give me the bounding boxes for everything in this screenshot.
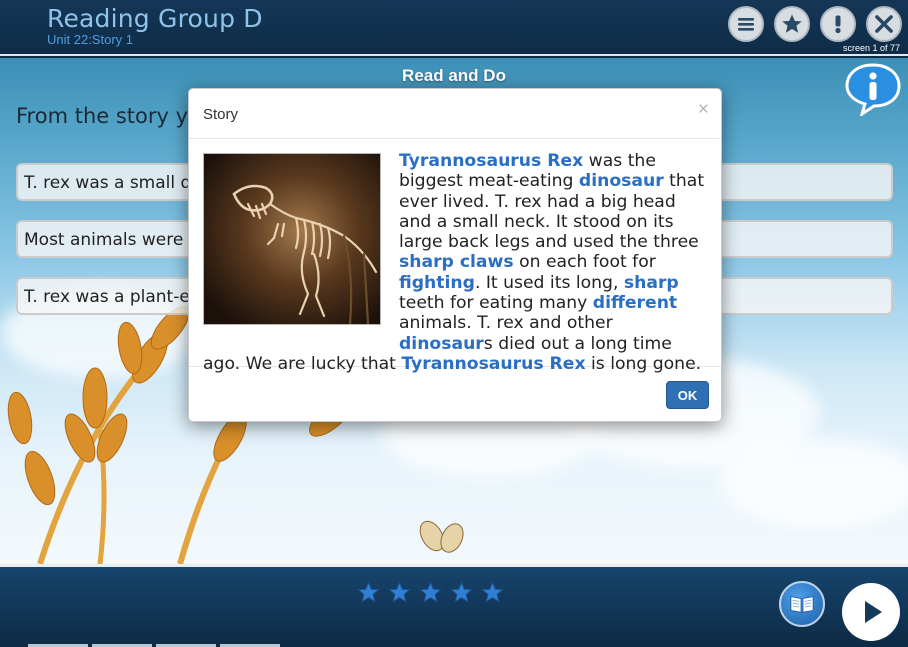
story-keyword: fighting xyxy=(399,272,475,293)
question-text: From the story yo xyxy=(16,104,201,128)
next-button[interactable] xyxy=(842,583,900,641)
book-icon xyxy=(790,596,814,613)
app-title: Reading Group D xyxy=(47,4,263,33)
dialog-header: Story × xyxy=(189,89,721,139)
favorite-button[interactable] xyxy=(774,6,810,42)
activity-title: Read and Do xyxy=(402,66,506,85)
alert-icon xyxy=(835,15,841,34)
menu-button[interactable] xyxy=(728,6,764,42)
dialog-close-button[interactable]: × xyxy=(698,99,709,121)
progress-stars xyxy=(357,581,504,609)
story-segment: animals. T. rex and other xyxy=(399,313,613,334)
progress-star-icon xyxy=(481,581,504,609)
exit-button[interactable] xyxy=(866,6,902,42)
unit-subtitle: Unit 22:Story 1 xyxy=(47,32,133,47)
story-segment: teeth for eating many xyxy=(399,293,593,314)
progress-star-icon xyxy=(388,581,411,609)
story-keyword: different xyxy=(592,293,678,314)
top-icons xyxy=(728,6,902,42)
alert-button[interactable] xyxy=(820,6,856,42)
progress-star-icon xyxy=(450,581,473,609)
info-icon xyxy=(845,63,901,118)
bottom-bar xyxy=(0,564,908,647)
story-keyword: sharp xyxy=(623,272,679,293)
story-segment: . It used its long, xyxy=(474,272,624,293)
dialog-title: Story xyxy=(203,106,239,123)
story-keyword: dinosaur xyxy=(399,333,484,354)
screen-counter: screen 1 of 77 xyxy=(842,43,900,53)
menu-icon xyxy=(738,18,754,31)
top-bar: Reading Group D Unit 22:Story 1 screen 1… xyxy=(0,0,908,56)
play-icon xyxy=(865,601,882,623)
story-keyword: Tyrannosaurus Rex xyxy=(399,151,584,171)
story-keyword: sharp claws xyxy=(399,252,514,273)
close-icon xyxy=(875,15,893,33)
progress-star-icon xyxy=(357,581,380,609)
butterfly-decoration xyxy=(419,520,464,553)
dialog-footer: OK xyxy=(189,367,721,421)
story-text: Tyrannosaurus Rex was the biggest meat-e… xyxy=(203,151,709,374)
story-book-button[interactable] xyxy=(779,581,825,627)
progress-star-icon xyxy=(419,581,442,609)
ok-button[interactable]: OK xyxy=(666,381,709,409)
story-dialog: Story × Tyrannosaurus Rex was the bigges… xyxy=(188,88,722,422)
info-button[interactable] xyxy=(844,62,902,118)
star-icon xyxy=(782,14,802,33)
story-segment: on each foot for xyxy=(513,252,656,273)
story-keyword: dinosaur xyxy=(578,171,664,192)
dialog-body: Tyrannosaurus Rex was the biggest meat-e… xyxy=(189,139,721,374)
